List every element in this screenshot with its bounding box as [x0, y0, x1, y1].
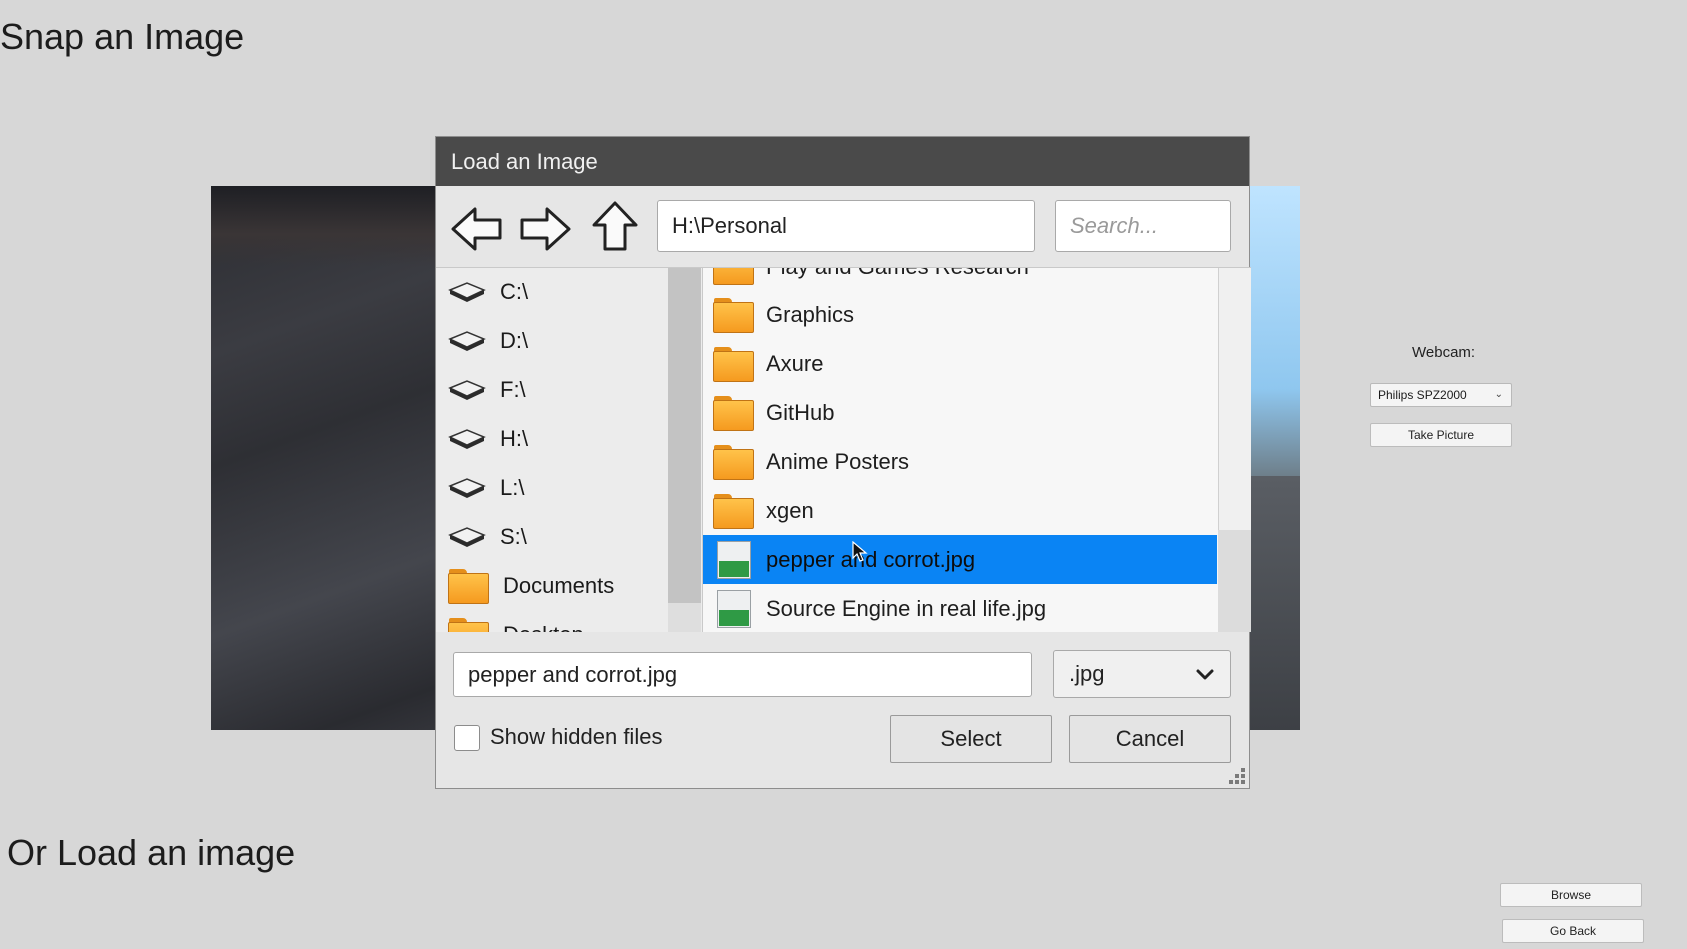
chevron-down-icon: ⌄	[1494, 389, 1503, 400]
drive-icon	[448, 282, 486, 302]
forward-arrow-icon[interactable]	[518, 203, 572, 255]
drive-item-desktop[interactable]: Desktop	[448, 615, 584, 632]
webcam-device-value: Philips SPZ2000	[1378, 388, 1467, 402]
drive-label: Documents	[503, 573, 615, 598]
list-item-selected[interactable]: pepper and corrot.jpg	[703, 535, 1217, 584]
load-heading: Or Load an image	[7, 832, 296, 873]
filename-input[interactable]: pepper and corrot.jpg	[453, 652, 1032, 697]
drive-label: S:\	[500, 524, 527, 549]
drive-item-c[interactable]: C:\	[448, 272, 528, 312]
folder-icon	[448, 568, 489, 604]
file-label: xgen	[766, 497, 814, 523]
file-label: pepper and corrot.jpg	[766, 546, 976, 572]
list-item[interactable]: Axure	[703, 339, 1217, 388]
snap-heading: Snap an Image	[0, 16, 245, 57]
drive-label: H:\	[500, 426, 529, 451]
resize-grip-icon[interactable]	[1227, 766, 1247, 786]
dialog-title: Load an Image	[451, 148, 598, 174]
list-item[interactable]: Graphics	[703, 290, 1217, 339]
folder-icon	[713, 268, 754, 285]
file-label: Axure	[766, 350, 824, 376]
image-file-icon	[717, 540, 751, 579]
search-input[interactable]: Search...	[1055, 200, 1231, 252]
chevron-down-icon	[1196, 669, 1214, 680]
image-file-icon	[717, 589, 751, 628]
up-arrow-icon[interactable]	[588, 200, 642, 252]
list-item[interactable]: Source Engine in real life.jpg	[703, 584, 1217, 632]
folder-icon	[713, 395, 754, 431]
file-label: Graphics	[766, 301, 855, 327]
show-hidden-checkbox[interactable]	[454, 725, 480, 751]
list-item[interactable]: Play and Games Research	[703, 268, 1217, 291]
drive-item-d[interactable]: D:\	[448, 321, 528, 361]
path-input[interactable]: H:\Personal	[657, 200, 1035, 252]
show-hidden-label[interactable]: Show hidden files	[490, 724, 662, 750]
folder-icon	[448, 617, 489, 632]
drive-item-s[interactable]: S:\	[448, 517, 527, 557]
mouse-cursor-icon	[852, 541, 868, 562]
drive-label: C:\	[500, 279, 529, 304]
drive-item-h[interactable]: H:\	[448, 419, 528, 459]
webcam-device-select[interactable]: Philips SPZ2000 ⌄	[1370, 383, 1512, 407]
folder-icon	[713, 493, 754, 529]
drive-list: C:\ D:\ F:\ H:\ L:\ S:\ Documents Deskt	[436, 267, 702, 632]
select-button[interactable]: Select	[890, 715, 1052, 763]
list-item[interactable]: Anime Posters	[703, 437, 1217, 486]
drive-label: L:\	[500, 475, 525, 500]
list-item[interactable]: xgen	[703, 486, 1217, 535]
file-label: Source Engine in real life.jpg	[766, 595, 1047, 621]
drive-label: D:\	[500, 328, 529, 353]
drive-scrollbar-thumb[interactable]	[668, 268, 701, 603]
drive-icon	[448, 527, 486, 547]
drive-icon	[448, 478, 486, 498]
drive-icon	[448, 380, 486, 400]
drive-icon	[448, 429, 486, 449]
dialog-titlebar[interactable]: Load an Image	[436, 137, 1249, 186]
load-image-dialog: Load an Image H:\Personal Search... C:\ …	[435, 136, 1251, 789]
drive-item-l[interactable]: L:\	[448, 468, 524, 508]
drive-label: Desktop	[503, 622, 584, 632]
file-list: Play and Games Research Graphics Axure G…	[702, 267, 1251, 632]
drive-item-f[interactable]: F:\	[448, 370, 526, 410]
folder-icon	[713, 444, 754, 480]
drive-icon	[448, 331, 486, 351]
file-label: Anime Posters	[766, 448, 910, 474]
webcam-label: Webcam:	[1412, 344, 1476, 361]
filetype-value: .jpg	[1069, 661, 1105, 686]
folder-icon	[713, 346, 754, 382]
cancel-button[interactable]: Cancel	[1069, 715, 1231, 763]
folder-icon	[713, 297, 754, 333]
file-label: Play and Games Research	[766, 268, 1029, 280]
drive-item-documents[interactable]: Documents	[448, 566, 614, 606]
back-arrow-icon[interactable]	[450, 203, 504, 255]
drive-label: F:\	[500, 377, 526, 402]
list-item[interactable]: GitHub	[703, 388, 1217, 437]
file-scrollbar-thumb[interactable]	[1218, 268, 1251, 530]
file-label: GitHub	[766, 399, 835, 425]
go-back-button[interactable]: Go Back	[1502, 919, 1644, 943]
filetype-select[interactable]: .jpg	[1053, 650, 1231, 698]
browse-button[interactable]: Browse	[1500, 883, 1642, 907]
take-picture-button[interactable]: Take Picture	[1370, 423, 1512, 447]
